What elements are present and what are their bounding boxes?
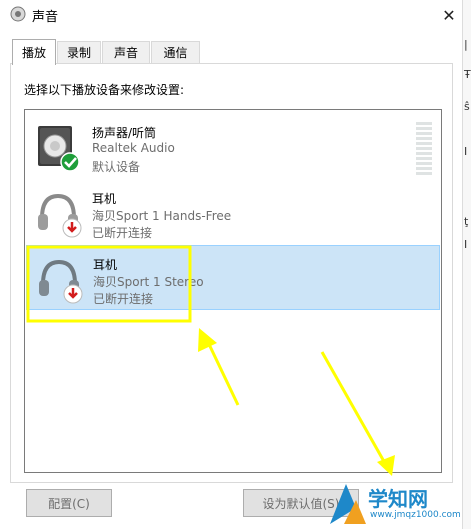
speaker-icon: [38, 126, 80, 172]
configure-button[interactable]: 配置(C): [26, 489, 112, 517]
tab-label: 通信: [163, 46, 188, 60]
device-status: 已断开连接: [92, 226, 153, 240]
instruction-text: 选择以下播放设备来修改设置:: [24, 83, 185, 97]
configure-button-label: 配置(C): [48, 496, 90, 511]
device-item-headphones-stereo[interactable]: 耳机 海贝Sport 1 Stereo 已断开连接: [26, 245, 440, 310]
tab-playback[interactable]: 播放: [12, 39, 56, 65]
tab-recording[interactable]: 录制: [57, 41, 101, 63]
device-list[interactable]: 扬声器/听筒 Realtek Audio 默认设备 耳机 海贝Sport 1 H…: [24, 109, 442, 473]
device-name: 扬声器/听筒: [92, 126, 157, 140]
device-driver: 海贝Sport 1 Stereo: [93, 275, 204, 289]
device-status: 已断开连接: [93, 292, 154, 306]
window-title: 声音: [32, 10, 59, 25]
check-badge-icon: [60, 152, 80, 172]
close-icon: ✕: [442, 5, 456, 25]
tab-sounds[interactable]: 声音: [102, 41, 150, 63]
watermark-url: www.jmqz1000.com: [370, 510, 461, 520]
close-button[interactable]: ✕: [436, 2, 462, 28]
tab-label: 声音: [113, 46, 138, 60]
device-driver: Realtek Audio: [92, 141, 175, 155]
headphones-icon: [39, 259, 83, 304]
device-name: 耳机: [93, 258, 118, 272]
background-window-edge: | Ŧ ŝ I ţ I: [462, 0, 471, 529]
device-status: 默认设备: [92, 160, 141, 174]
tab-communications[interactable]: 通信: [151, 41, 200, 63]
speaker-title-icon: [10, 6, 26, 22]
volume-level-meter: [416, 122, 432, 177]
tab-label: 录制: [66, 46, 91, 60]
device-item-headphones-handsfree[interactable]: 耳机 海贝Sport 1 Hands-Free 已断开连接: [26, 180, 440, 245]
device-driver: 海贝Sport 1 Hands-Free: [92, 209, 232, 223]
sound-dialog: 声音 ✕ | Ŧ ŝ I ţ I 播放 录制 声音 通信 选择以下播放设备来修改…: [0, 0, 471, 529]
device-name: 耳机: [92, 192, 117, 206]
tab-label: 播放: [21, 46, 46, 60]
device-item-speakers[interactable]: 扬声器/听筒 Realtek Audio 默认设备: [26, 114, 440, 179]
watermark-text: 学知网: [368, 487, 428, 511]
headphones-icon: [38, 193, 82, 238]
title-bar: 声音 ✕: [0, 0, 462, 30]
